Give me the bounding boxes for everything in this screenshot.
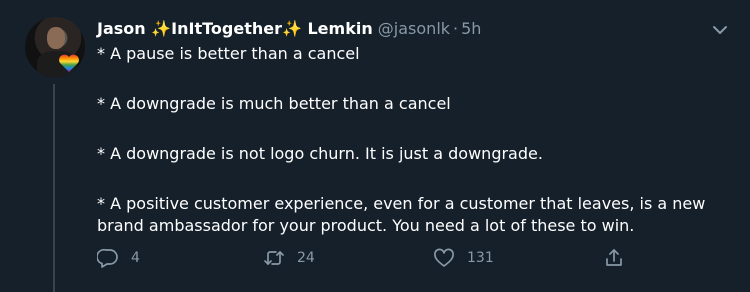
avatar-face — [47, 27, 65, 49]
author-name[interactable]: Jason ✨InItTogether✨ Lemkin — [97, 19, 373, 38]
tweet-line: * A downgrade is not logo churn. It is j… — [97, 144, 543, 163]
sparkle-emoji: ✨ — [151, 19, 172, 38]
tweet[interactable]: Jason ✨InItTogether✨ Lemkin @jasonlk · 5h … — [0, 0, 750, 292]
like-count: 131 — [467, 250, 494, 266]
retweet-icon — [264, 251, 284, 265]
tweet-line: * A pause is better than a cancel — [97, 44, 360, 63]
avatar-column — [25, 17, 85, 77]
chevron-down-icon[interactable] — [710, 20, 730, 40]
tweet-line: * A downgrade is much better than a canc… — [97, 94, 451, 113]
share-icon — [606, 249, 622, 266]
tweet-text: * A pause is better than a cancel * A do… — [97, 43, 717, 237]
tweet-line: * A positive customer experience, even f… — [97, 194, 706, 235]
like-icon — [434, 248, 454, 267]
reply-icon — [97, 248, 118, 268]
like-button[interactable]: 131 — [433, 245, 494, 271]
retweet-button[interactable]: 24 — [263, 245, 315, 271]
author-handle[interactable]: @jasonlk — [378, 19, 450, 38]
reply-count: 4 — [131, 250, 140, 266]
tweet-header: Jason ✨InItTogether✨ Lemkin @jasonlk · 5h — [97, 17, 717, 41]
thread-line — [53, 84, 55, 292]
rainbow-heart-icon — [59, 54, 79, 72]
reply-button[interactable]: 4 — [97, 245, 140, 271]
tweet-content: Jason ✨InItTogether✨ Lemkin @jasonlk · 5h … — [97, 17, 717, 237]
avatar[interactable] — [25, 17, 85, 77]
tweet-actions: 4 24 131 — [97, 245, 637, 271]
tweet-timestamp[interactable]: 5h — [461, 19, 481, 38]
separator-dot: · — [453, 19, 459, 38]
share-button[interactable] — [603, 245, 625, 271]
sparkle-emoji: ✨ — [281, 19, 302, 38]
retweet-count: 24 — [297, 250, 315, 266]
